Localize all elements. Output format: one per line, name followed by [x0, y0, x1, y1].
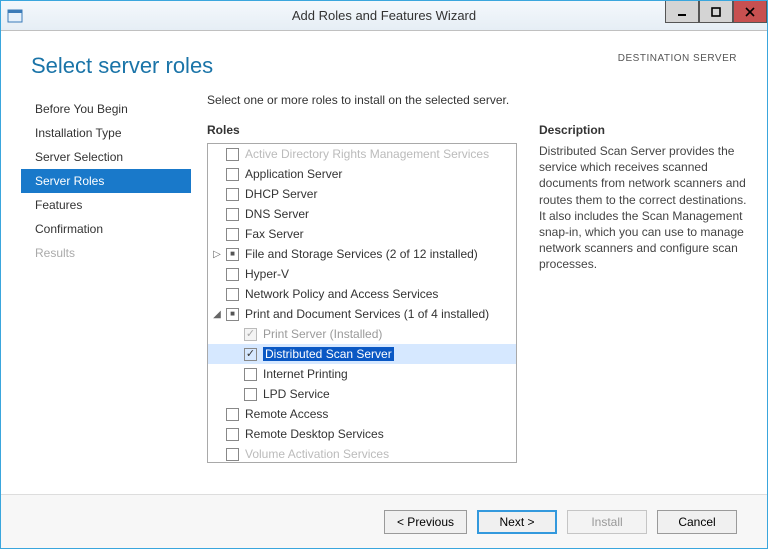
role-item[interactable]: Remote Desktop Services: [208, 424, 516, 444]
role-checkbox[interactable]: [226, 168, 239, 181]
role-checkbox[interactable]: [226, 228, 239, 241]
role-item[interactable]: Print Server (Installed): [208, 324, 516, 344]
role-checkbox[interactable]: [226, 308, 239, 321]
role-checkbox[interactable]: [226, 208, 239, 221]
role-checkbox[interactable]: [226, 188, 239, 201]
close-button[interactable]: [733, 1, 767, 23]
role-item[interactable]: Fax Server: [208, 224, 516, 244]
role-label: Print and Document Services (1 of 4 inst…: [245, 307, 489, 321]
role-item[interactable]: ▷ File and Storage Services (2 of 12 inst…: [208, 244, 516, 264]
page-title: Select server roles: [31, 53, 213, 79]
nav-item-installation-type[interactable]: Installation Type: [21, 121, 191, 145]
role-item[interactable]: Application Server: [208, 164, 516, 184]
role-label: Internet Printing: [263, 367, 348, 381]
role-label: Volume Activation Services: [245, 447, 389, 461]
roles-heading: Roles: [207, 123, 517, 137]
role-item[interactable]: DHCP Server: [208, 184, 516, 204]
role-label: DNS Server: [245, 207, 309, 221]
nav-item-results: Results: [21, 241, 191, 265]
role-checkbox[interactable]: [226, 428, 239, 441]
role-label: Hyper-V: [245, 267, 289, 281]
titlebar: Add Roles and Features Wizard: [1, 1, 767, 31]
role-checkbox[interactable]: [226, 288, 239, 301]
window-title: Add Roles and Features Wizard: [1, 8, 767, 23]
expander-open-icon[interactable]: ◢: [210, 309, 224, 320]
role-item[interactable]: DNS Server: [208, 204, 516, 224]
role-checkbox[interactable]: [226, 448, 239, 461]
role-checkbox[interactable]: [226, 248, 239, 261]
instruction-text: Select one or more roles to install on t…: [207, 93, 747, 107]
role-label: Print Server (Installed): [263, 327, 382, 341]
role-checkbox[interactable]: [226, 408, 239, 421]
role-item[interactable]: Network Policy and Access Services: [208, 284, 516, 304]
expander-closed-icon[interactable]: ▷: [210, 249, 224, 260]
role-checkbox[interactable]: [244, 348, 257, 361]
nav-item-confirmation[interactable]: Confirmation: [21, 217, 191, 241]
nav-item-before-you-begin[interactable]: Before You Begin: [21, 97, 191, 121]
description-heading: Description: [539, 123, 747, 137]
role-item[interactable]: Distributed Scan Server: [208, 344, 516, 364]
role-item[interactable]: Volume Activation Services: [208, 444, 516, 463]
next-button[interactable]: Next >: [477, 510, 557, 534]
wizard-icon: [1, 8, 29, 24]
nav-item-features[interactable]: Features: [21, 193, 191, 217]
role-checkbox[interactable]: [226, 148, 239, 161]
role-checkbox: [244, 328, 257, 341]
install-button[interactable]: Install: [567, 510, 647, 534]
wizard-nav: Before You BeginInstallation TypeServer …: [21, 93, 191, 473]
role-label: Distributed Scan Server: [263, 347, 394, 361]
role-item[interactable]: Remote Access: [208, 404, 516, 424]
roles-listbox[interactable]: Active Directory Rights Management Servi…: [207, 143, 517, 463]
role-label: Remote Desktop Services: [245, 427, 384, 441]
role-item[interactable]: LPD Service: [208, 384, 516, 404]
nav-item-server-roles[interactable]: Server Roles: [21, 169, 191, 193]
role-item[interactable]: Hyper-V: [208, 264, 516, 284]
role-label: Active Directory Rights Management Servi…: [245, 147, 489, 161]
role-label: Remote Access: [245, 407, 328, 421]
role-label: Fax Server: [245, 227, 304, 241]
role-checkbox[interactable]: [226, 268, 239, 281]
minimize-button[interactable]: [665, 1, 699, 23]
role-item[interactable]: Active Directory Rights Management Servi…: [208, 144, 516, 164]
role-checkbox[interactable]: [244, 368, 257, 381]
role-checkbox[interactable]: [244, 388, 257, 401]
role-item[interactable]: Internet Printing: [208, 364, 516, 384]
role-label: Network Policy and Access Services: [245, 287, 438, 301]
nav-item-server-selection[interactable]: Server Selection: [21, 145, 191, 169]
role-label: Application Server: [245, 167, 342, 181]
cancel-button[interactable]: Cancel: [657, 510, 737, 534]
wizard-footer: < Previous Next > Install Cancel: [1, 494, 767, 548]
role-label: File and Storage Services (2 of 12 insta…: [245, 247, 478, 261]
role-item[interactable]: ◢ Print and Document Services (1 of 4 ins…: [208, 304, 516, 324]
destination-server-label: DESTINATION SERVER: [618, 53, 737, 79]
role-label: LPD Service: [263, 387, 330, 401]
maximize-button[interactable]: [699, 1, 733, 23]
description-text: Distributed Scan Server provides the ser…: [539, 143, 747, 273]
previous-button[interactable]: < Previous: [384, 510, 467, 534]
role-label: DHCP Server: [245, 187, 317, 201]
